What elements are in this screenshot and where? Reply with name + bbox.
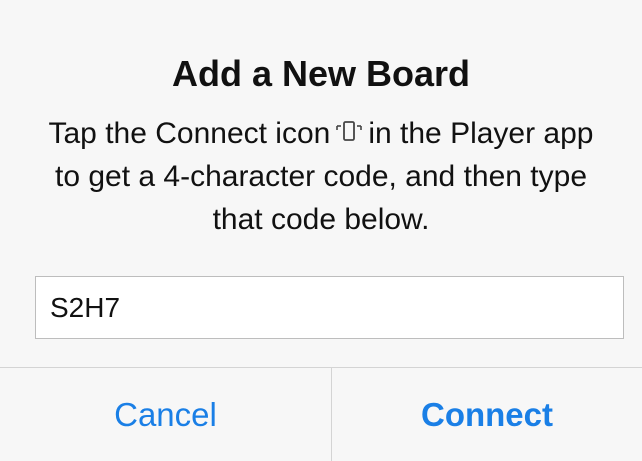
dialog-title: Add a New Board xyxy=(171,53,471,94)
dialog-message: Tap the Connect icon in the Player app t… xyxy=(40,112,602,241)
cancel-button[interactable]: Cancel xyxy=(0,368,331,461)
phone-connect-icon xyxy=(336,121,363,141)
message-text-before-icon: Tap the Connect icon xyxy=(48,117,331,150)
connect-button[interactable]: Connect xyxy=(332,368,642,461)
board-code-input[interactable] xyxy=(35,276,624,339)
add-board-dialog: Add a New Board Tap the Connect icon in … xyxy=(0,0,642,461)
